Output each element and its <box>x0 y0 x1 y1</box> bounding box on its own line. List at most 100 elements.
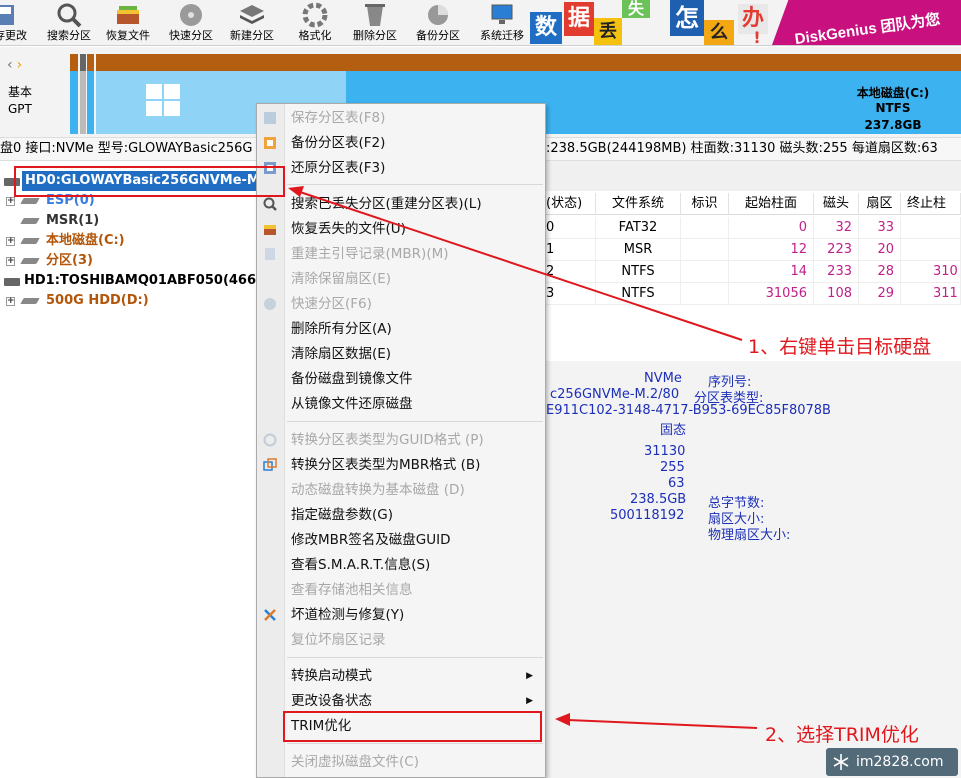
menu-item-bad-sector-check[interactable]: 坏道检测与修复(Y) <box>291 603 541 627</box>
partition-icon <box>20 298 40 304</box>
hard-disk-icon <box>4 278 20 286</box>
save-button[interactable]: 保存更改 <box>0 0 32 45</box>
col-end-cyl[interactable]: 终止柱 <box>901 193 961 215</box>
table-row[interactable]: 0 FAT32 0 32 33 <box>546 217 961 239</box>
col-start-cyl[interactable]: 起始柱面 <box>729 193 814 215</box>
menu-item-search-lost-partition[interactable]: 搜索已丢失分区(重建分区表)(L) <box>291 192 541 216</box>
menu-item-label: 转换分区表类型为GUID格式 (P) <box>291 432 484 448</box>
expand-icon[interactable]: + <box>6 257 15 266</box>
recover-file-icon <box>264 225 276 235</box>
tree-item-d-drive-label: 500G HDD(D:) <box>46 293 149 308</box>
cell-start-cyl: 0 <box>729 217 814 239</box>
menu-item-rebuild-mbr[interactable]: 重建主引导记录(MBR)(M) <box>291 242 541 266</box>
col-status[interactable]: (状态) <box>546 193 596 215</box>
menu-separator <box>287 743 543 744</box>
detail-attr: 固态 <box>660 423 687 438</box>
system-migrate-icon <box>491 4 513 24</box>
menu-item-recover-files[interactable]: 恢复丢失的文件(U) <box>291 217 541 241</box>
col-head[interactable]: 磁头 <box>814 193 859 215</box>
detail-cylinders: 31130 <box>644 444 686 459</box>
menu-item-clear-sectors[interactable]: 清除扇区数据(E) <box>291 342 541 366</box>
menu-item-restore-pt[interactable]: 还原分区表(F3) <box>291 156 541 180</box>
menu-item-label: 转换启动模式 <box>291 668 372 684</box>
cell-head: 108 <box>814 283 859 305</box>
partition-panel: (状态) 文件系统 标识 起始柱面 磁头 扇区 终止柱 0 FAT32 0 32… <box>546 161 961 778</box>
menu-item-save-pt[interactable]: 保存分区表(F8) <box>291 106 541 130</box>
delete-partition-button[interactable]: 删除分区 <box>348 0 402 45</box>
expand-icon[interactable]: + <box>6 237 15 246</box>
cell-end-cyl: 310 <box>901 261 961 283</box>
partition-block-recovery[interactable] <box>87 54 94 134</box>
toolbar: 保存更改 搜索分区 恢复文件 快速分区 新建分区 格式化 删除分区 备份分区 系… <box>0 0 961 46</box>
cell-fs: NTFS <box>596 283 681 305</box>
quick-partition-button[interactable]: 快速分区 <box>164 0 218 45</box>
menu-item-label: 动态磁盘转换为基本磁盘 (D) <box>291 482 465 498</box>
table-row[interactable]: 3 NTFS 31056 108 29 311 <box>546 283 961 305</box>
expand-icon[interactable]: + <box>6 197 15 206</box>
next-disk-icon[interactable]: › <box>17 57 27 73</box>
banner-char: 么 <box>704 20 734 45</box>
banner-char: 丢 <box>594 18 622 45</box>
search-partition-button[interactable]: 搜索分区 <box>42 0 96 45</box>
cell-id <box>681 283 729 305</box>
menu-item-smart-info[interactable]: 查看S.M.A.R.T.信息(S) <box>291 553 541 577</box>
menu-item-label: 转换分区表类型为MBR格式 (B) <box>291 457 481 473</box>
col-filesystem[interactable]: 文件系统 <box>596 193 681 215</box>
backup-partition-button[interactable]: 备份分区 <box>411 0 465 45</box>
menu-item-device-status[interactable]: 更改设备状态 ▶ <box>291 689 541 713</box>
menu-item-delete-all-partitions[interactable]: 删除所有分区(A) <box>291 317 541 341</box>
menu-item-reset-bad-sectors[interactable]: 复位坏扇区记录 <box>291 628 541 652</box>
cell-index: 0 <box>546 217 596 239</box>
menu-item-storage-pool-info[interactable]: 查看存储池相关信息 <box>291 578 541 602</box>
search-icon <box>57 3 82 28</box>
quick-partition-icon <box>180 4 202 26</box>
table-row[interactable]: 2 NTFS 14 233 28 310 <box>546 261 961 283</box>
partition-block-msr[interactable] <box>80 54 86 134</box>
menu-item-label: 更改设备状态 <box>291 693 372 709</box>
menu-item-backup-to-image[interactable]: 备份磁盘到镜像文件 <box>291 367 541 391</box>
system-migrate-button[interactable]: 系统迁移 <box>474 0 530 45</box>
menu-item-close-virtual-disk[interactable]: 关闭虚拟磁盘文件(C) <box>291 750 541 774</box>
partition-usage-bar <box>96 54 961 71</box>
partition-block-esp[interactable] <box>70 54 78 134</box>
backup-pt-icon <box>264 137 276 149</box>
detail-interface: NVMe <box>644 371 682 386</box>
detail-total-sectors: 500118192 <box>610 508 685 523</box>
delete-partition-label: 删除分区 <box>353 29 397 42</box>
format-button[interactable]: 格式化 <box>288 0 342 45</box>
menu-item-convert-mbr[interactable]: 转换分区表类型为MBR格式 (B) <box>291 453 541 477</box>
highlight-trim-item <box>283 711 542 742</box>
new-partition-button[interactable]: 新建分区 <box>225 0 279 45</box>
menu-item-backup-pt[interactable]: 备份分区表(F2) <box>291 131 541 155</box>
quick-partition-label: 快速分区 <box>169 29 213 42</box>
menu-item-restore-from-image[interactable]: 从镜像文件还原磁盘 <box>291 392 541 416</box>
nav-arrows[interactable]: ‹› <box>7 57 26 73</box>
menu-separator <box>287 657 543 658</box>
detail-phys-sector-label: 物理扇区大小: <box>708 528 791 543</box>
menu-item-boot-mode[interactable]: 转换启动模式 ▶ <box>291 664 541 688</box>
highlight-target-disk <box>14 166 285 197</box>
format-icon <box>302 2 328 28</box>
col-id[interactable]: 标识 <box>681 193 729 215</box>
table-row[interactable]: 1 MSR 12 223 20 <box>546 239 961 261</box>
recover-file-button[interactable]: 恢复文件 <box>101 0 155 45</box>
cell-fs: FAT32 <box>596 217 681 239</box>
expand-icon[interactable]: + <box>6 297 15 306</box>
annotation-step-1: 1、右键单击目标硬盘 <box>748 336 932 358</box>
disk-nav: ‹› 基本 GPT <box>0 47 62 137</box>
panel-tabs <box>546 161 961 191</box>
partition-filesystem: NTFS <box>875 101 911 115</box>
menu-item-set-disk-params[interactable]: 指定磁盘参数(G) <box>291 503 541 527</box>
menu-item-clear-reserved[interactable]: 清除保留扇区(E) <box>291 267 541 291</box>
menu-item-quick-partition[interactable]: 快速分区(F6) <box>291 292 541 316</box>
menu-item-convert-guid[interactable]: 转换分区表类型为GUID格式 (P) <box>291 428 541 452</box>
partition-size: 237.8GB <box>864 118 922 132</box>
submenu-arrow-icon: ▶ <box>526 696 533 706</box>
menu-item-dynamic-to-basic[interactable]: 动态磁盘转换为基本磁盘 (D) <box>291 478 541 502</box>
detail-sectors: 63 <box>668 476 685 491</box>
prev-disk-icon[interactable]: ‹ <box>7 57 17 73</box>
menu-item-label: 清除扇区数据(E) <box>291 346 392 362</box>
partition-icon <box>20 238 40 244</box>
col-sector[interactable]: 扇区 <box>859 193 901 215</box>
menu-item-modify-mbr-signature[interactable]: 修改MBR签名及磁盘GUID <box>291 528 541 552</box>
